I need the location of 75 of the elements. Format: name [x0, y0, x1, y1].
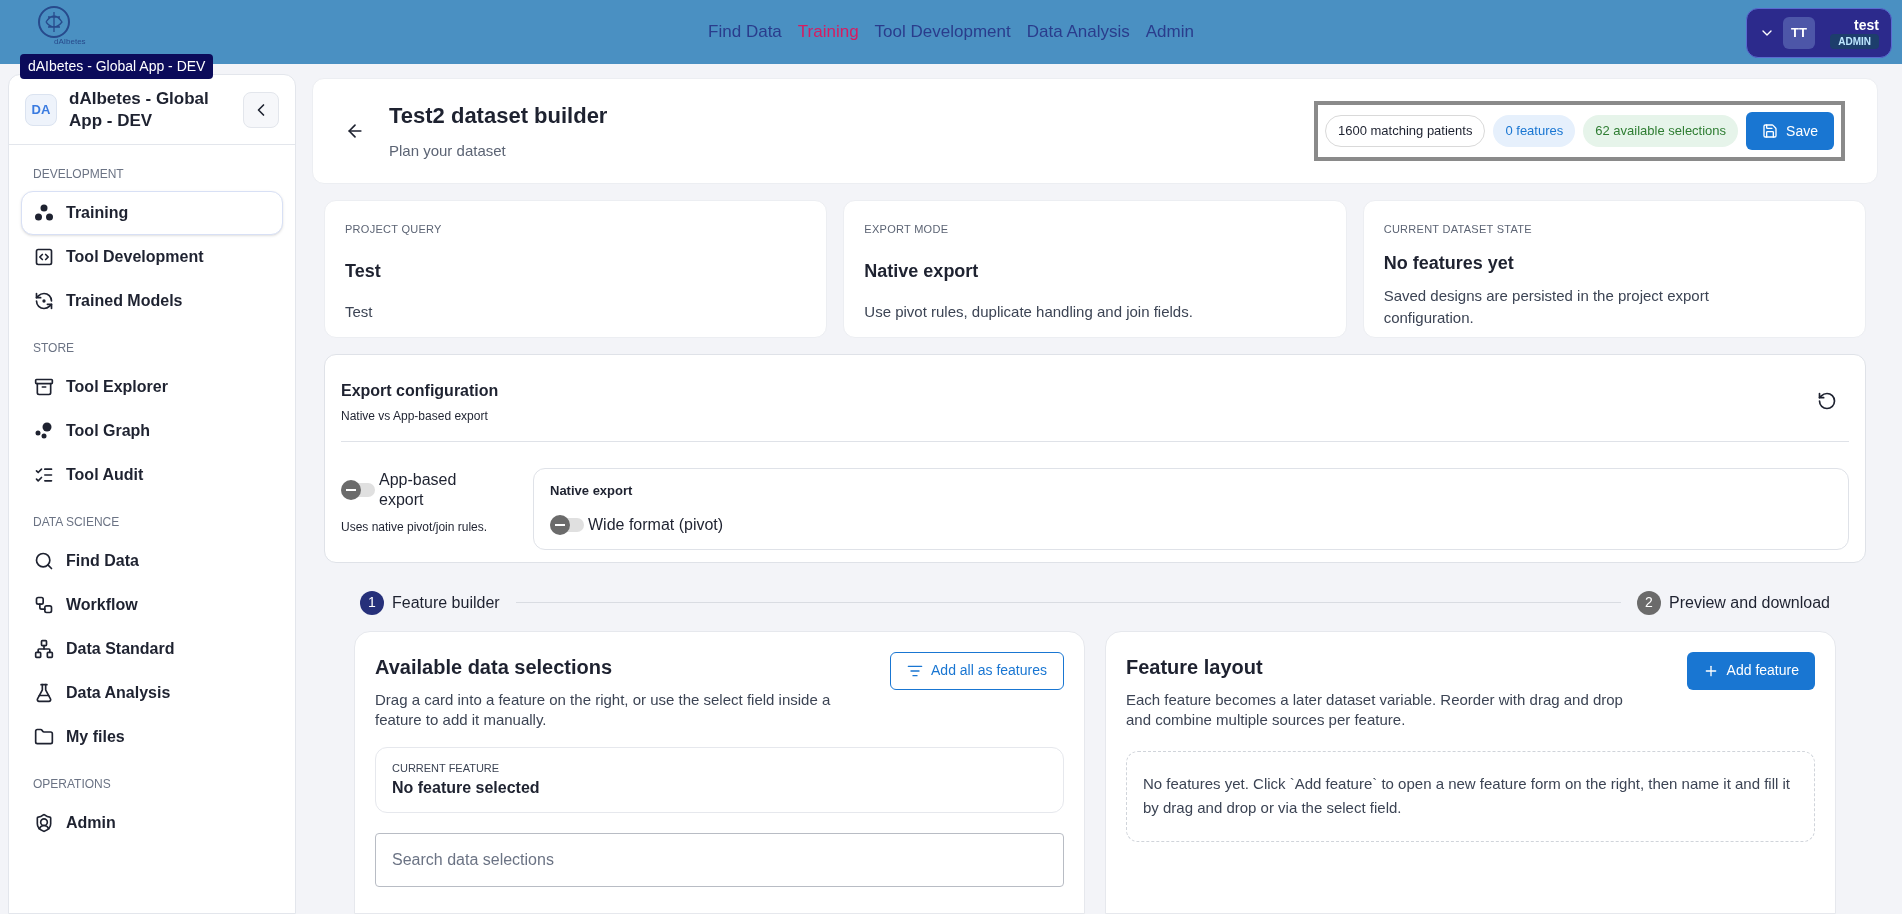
panel-description: Drag a card into a feature on the right, or use the select field inside a feature to add it manually. — [375, 689, 832, 731]
tree-icon — [34, 639, 54, 659]
app-tooltip: dAIbetes - Global App - DEV — [20, 54, 214, 79]
card-value: No feature selected — [392, 778, 541, 799]
sidebar-item[interactable]: My files — [21, 715, 283, 759]
shield-icon — [34, 813, 54, 833]
card-title: No features yet — [1383, 251, 1515, 275]
panel-title: Feature layout — [1126, 654, 1264, 680]
card-text: Saved designs are persisted in the project export configuration. — [1383, 285, 1710, 328]
card-title: Native export — [864, 259, 980, 283]
sidebar-item[interactable]: Trained Models — [21, 279, 283, 323]
page-title: Test2 dataset builder — [389, 102, 608, 131]
code-icon — [34, 247, 54, 267]
sidebar-item[interactable]: Tool Development — [21, 235, 283, 279]
sidebar-item[interactable]: Tool Explorer — [21, 365, 283, 409]
search-icon — [34, 551, 54, 571]
card-label: PROJECT QUERY — [345, 222, 443, 237]
count-badge: 0 features — [1493, 115, 1576, 147]
section-heading: STORE — [32, 340, 76, 357]
toggle-label: App-based export — [379, 470, 458, 510]
archive-icon — [34, 377, 54, 397]
step-number: 2 — [1637, 590, 1661, 615]
step-label: Preview and download — [1669, 592, 1830, 613]
sidebar-item[interactable]: Training — [21, 191, 283, 235]
sidebar-item[interactable]: Data Standard — [21, 627, 283, 671]
logo-text: dAIbetes — [54, 38, 86, 46]
add-feature-button[interactable]: Add feature — [1686, 651, 1815, 690]
section-heading: OPERATIONS — [32, 776, 112, 793]
bubbles-icon — [34, 421, 54, 441]
toggle-label: Wide format (pivot) — [588, 514, 724, 535]
card-label: CURRENT FEATURE — [392, 760, 501, 776]
sidebar-item[interactable]: Workflow — [21, 583, 283, 627]
user-menu[interactable]: TT test ADMIN — [1746, 8, 1892, 58]
card-label: CURRENT DATASET STATE — [1383, 222, 1533, 237]
card-text: Use pivot rules, duplicate handling and join fields. — [864, 301, 1194, 322]
user-avatar: TT — [1783, 17, 1815, 49]
add-all-button[interactable]: Add all as features — [890, 651, 1064, 690]
sidebar-item[interactable]: Find Data — [21, 539, 283, 583]
card-text: Test — [345, 301, 374, 322]
role-badge: ADMIN — [1830, 34, 1879, 50]
panel-description: Each feature becomes a later dataset variable. Reorder with drag and drop and combine multiple sources per feature. — [1126, 689, 1624, 731]
card-title: Test — [345, 259, 382, 283]
section-title: Export configuration — [341, 381, 499, 401]
section-heading: DEVELOPMENT — [32, 166, 125, 183]
sidebar-item[interactable]: Tool Graph — [21, 409, 283, 453]
three-dots-icon — [34, 203, 54, 223]
card-label: EXPORT MODE — [864, 222, 950, 237]
toggle-hint: Uses native pivot/join rules. — [341, 519, 489, 536]
folder-icon — [34, 727, 54, 747]
sidebar-item[interactable]: Tool Audit — [21, 453, 283, 497]
step-label: Feature builder — [392, 592, 500, 613]
save-button[interactable]: Save — [1746, 112, 1834, 150]
user-name: test — [1854, 16, 1879, 35]
checklist-icon — [34, 465, 54, 485]
count-badge: 62 available selections — [1583, 115, 1739, 147]
flask-icon — [34, 683, 54, 703]
toggle-switch[interactable] — [341, 483, 375, 497]
count-badge: 1600 matching patients — [1325, 115, 1486, 147]
cycle-icon — [34, 291, 54, 311]
sidebar-item[interactable]: Admin — [21, 801, 283, 845]
section-heading: DATA SCIENCE — [32, 514, 121, 531]
reset-icon[interactable] — [1817, 391, 1837, 411]
save-icon — [1762, 123, 1779, 139]
step-number: 1 — [360, 590, 384, 615]
panel-title: Native export — [550, 482, 634, 500]
sidebar-item[interactable]: Data Analysis — [21, 671, 283, 715]
toggle-switch[interactable] — [550, 517, 584, 532]
empty-state: No features yet. Click `Add feature` to open a new feature form on the right, then name it and fill it by drag and drop or via the select field. — [1126, 750, 1815, 842]
page-subtitle: Plan your dataset — [389, 141, 507, 162]
app-title: dAIbetes - Global App - DEV — [69, 88, 210, 131]
search-field[interactable]: Search data selections — [375, 833, 1064, 888]
section-subtitle: Native vs App-based export — [341, 408, 489, 425]
workflow-icon — [34, 595, 54, 615]
app-badge: DA — [25, 93, 57, 126]
panel-title: Available data selections — [375, 654, 614, 680]
